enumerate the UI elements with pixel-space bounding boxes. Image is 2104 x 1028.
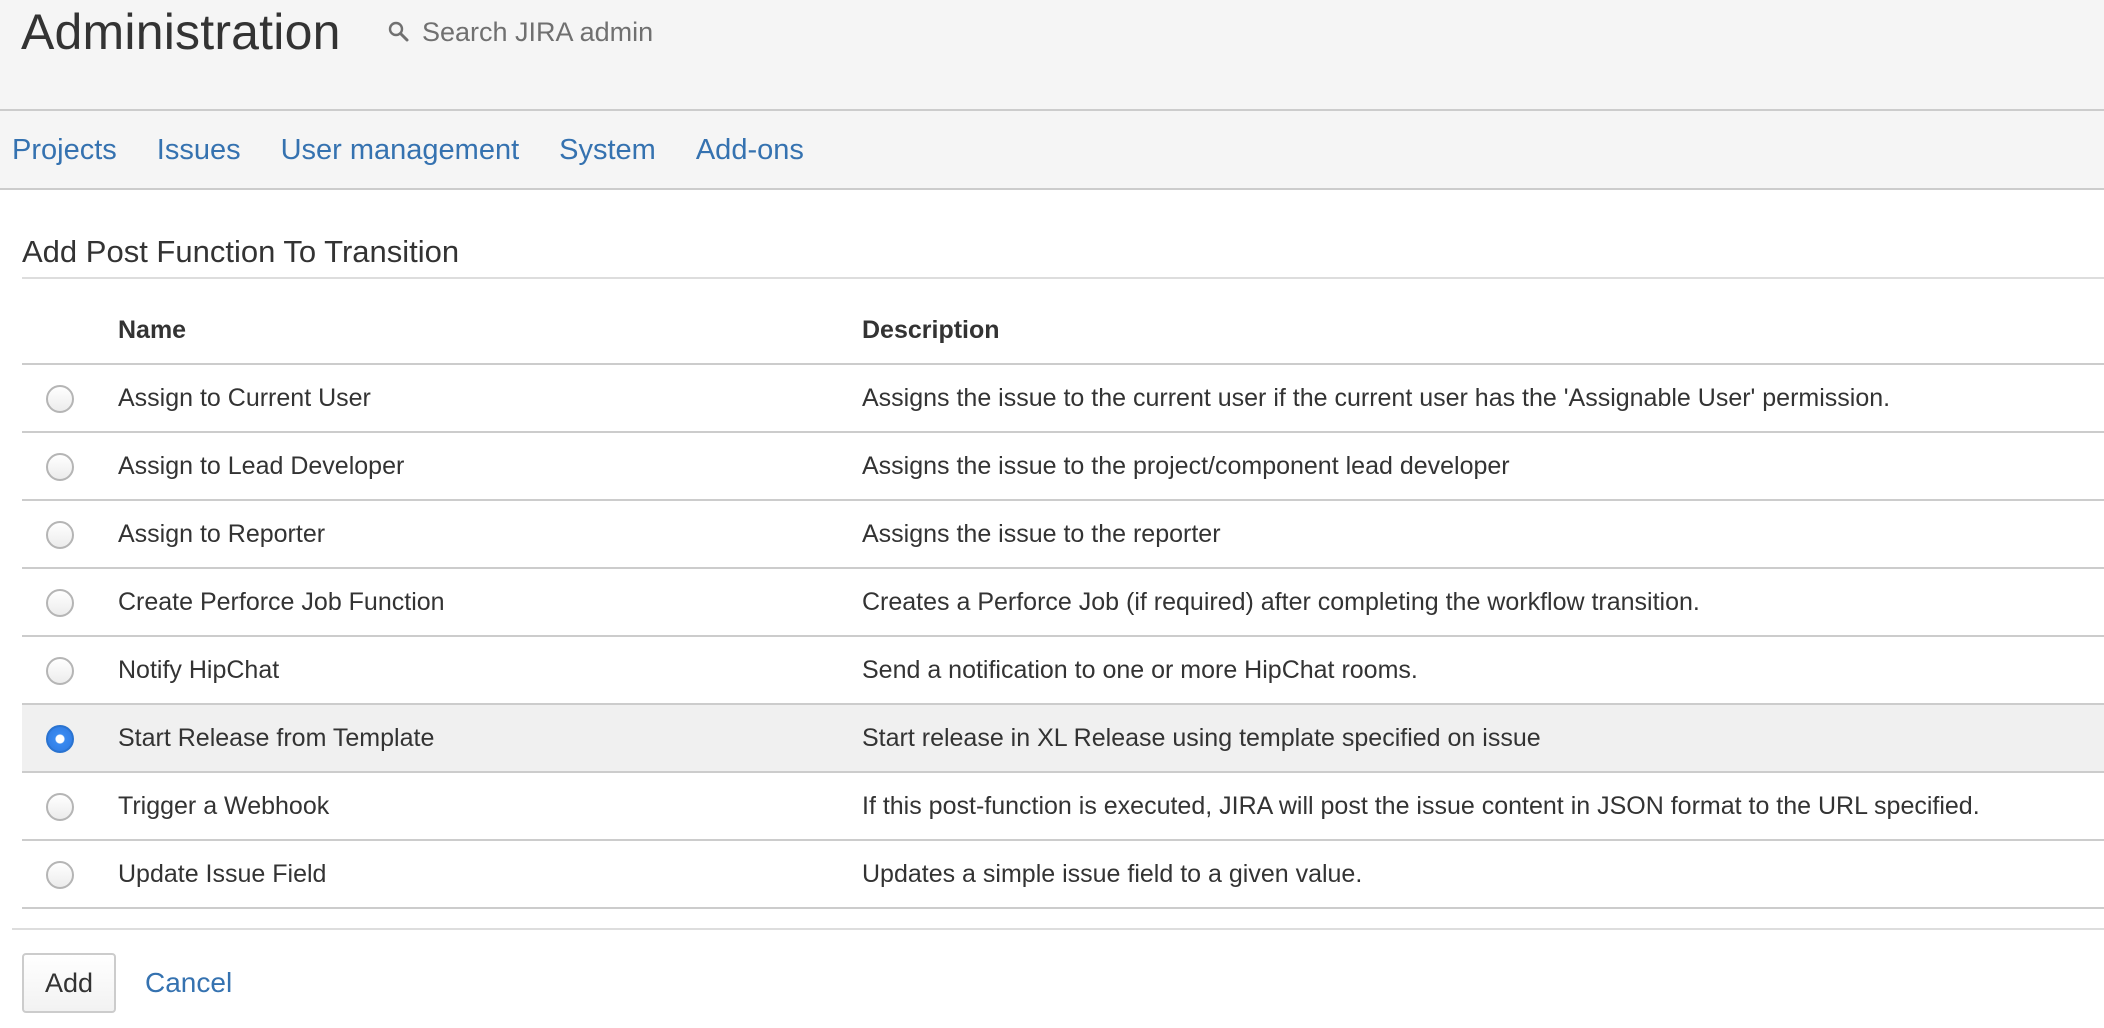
nav-item-add-ons[interactable]: Add-ons (696, 130, 804, 170)
divider (22, 277, 2104, 279)
function-description: If this post-function is executed, JIRA … (862, 772, 2104, 841)
page-title: Add Post Function To Transition (22, 234, 460, 269)
table-header-row: Name Description (22, 298, 2104, 365)
description-column-header: Description (862, 298, 2104, 365)
admin-search[interactable] (386, 12, 806, 52)
add-button[interactable]: Add (22, 953, 116, 1013)
nav-item-system[interactable]: System (559, 130, 656, 170)
function-name: Notify HipChat (118, 636, 862, 705)
search-icon (388, 21, 409, 42)
table-row-selected[interactable]: Start Release from Template Start releas… (22, 704, 2104, 773)
function-description: Updates a simple issue field to a given … (862, 840, 2104, 909)
admin-header: Administration (0, 0, 2104, 111)
function-description: Send a notification to one or more HipCh… (862, 636, 2104, 705)
table-row[interactable]: Notify HipChat Send a notification to on… (22, 636, 2104, 705)
nav-item-projects[interactable]: Projects (12, 130, 117, 170)
name-column-header: Name (118, 298, 862, 365)
radio-assign-to-reporter[interactable] (46, 520, 74, 549)
function-description: Creates a Perforce Job (if required) aft… (862, 568, 2104, 637)
function-name: Assign to Lead Developer (118, 432, 862, 501)
table-row[interactable]: Assign to Current User Assigns the issue… (22, 364, 2104, 433)
radio-assign-to-current-user[interactable] (46, 384, 74, 413)
table-row[interactable]: Trigger a Webhook If this post-function … (22, 772, 2104, 841)
function-name: Trigger a Webhook (118, 772, 862, 841)
function-name: Start Release from Template (118, 704, 862, 773)
table-row[interactable]: Assign to Reporter Assigns the issue to … (22, 500, 2104, 569)
radio-assign-to-lead-developer[interactable] (46, 452, 74, 481)
table-row[interactable]: Update Issue Field Updates a simple issu… (22, 840, 2104, 909)
table-row[interactable]: Create Perforce Job Function Creates a P… (22, 568, 2104, 637)
admin-page: Administration Projects Issues User mana… (0, 0, 2104, 1028)
post-function-table: Name Description Assign to Current User … (22, 298, 2104, 909)
radio-update-issue-field[interactable] (46, 860, 74, 889)
function-description: Assigns the issue to the current user if… (862, 364, 2104, 433)
search-input[interactable] (422, 16, 782, 48)
radio-column-header (22, 298, 118, 365)
radio-start-release-from-template[interactable] (46, 724, 74, 753)
cancel-link[interactable]: Cancel (145, 964, 232, 1002)
nav-item-user-management[interactable]: User management (281, 130, 520, 170)
radio-notify-hipchat[interactable] (46, 656, 74, 685)
function-description: Assigns the issue to the reporter (862, 500, 2104, 569)
table-row[interactable]: Assign to Lead Developer Assigns the iss… (22, 432, 2104, 501)
function-description: Start release in XL Release using templa… (862, 704, 2104, 773)
function-name: Assign to Reporter (118, 500, 862, 569)
function-name: Update Issue Field (118, 840, 862, 909)
page-header-title: Administration (21, 4, 341, 60)
radio-trigger-a-webhook[interactable] (46, 792, 74, 821)
function-name: Assign to Current User (118, 364, 862, 433)
admin-nav: Projects Issues User management System A… (0, 111, 2104, 190)
nav-item-issues[interactable]: Issues (157, 130, 241, 170)
radio-create-perforce-job-function[interactable] (46, 588, 74, 617)
function-description: Assigns the issue to the project/compone… (862, 432, 2104, 501)
divider (12, 928, 2104, 930)
function-name: Create Perforce Job Function (118, 568, 862, 637)
